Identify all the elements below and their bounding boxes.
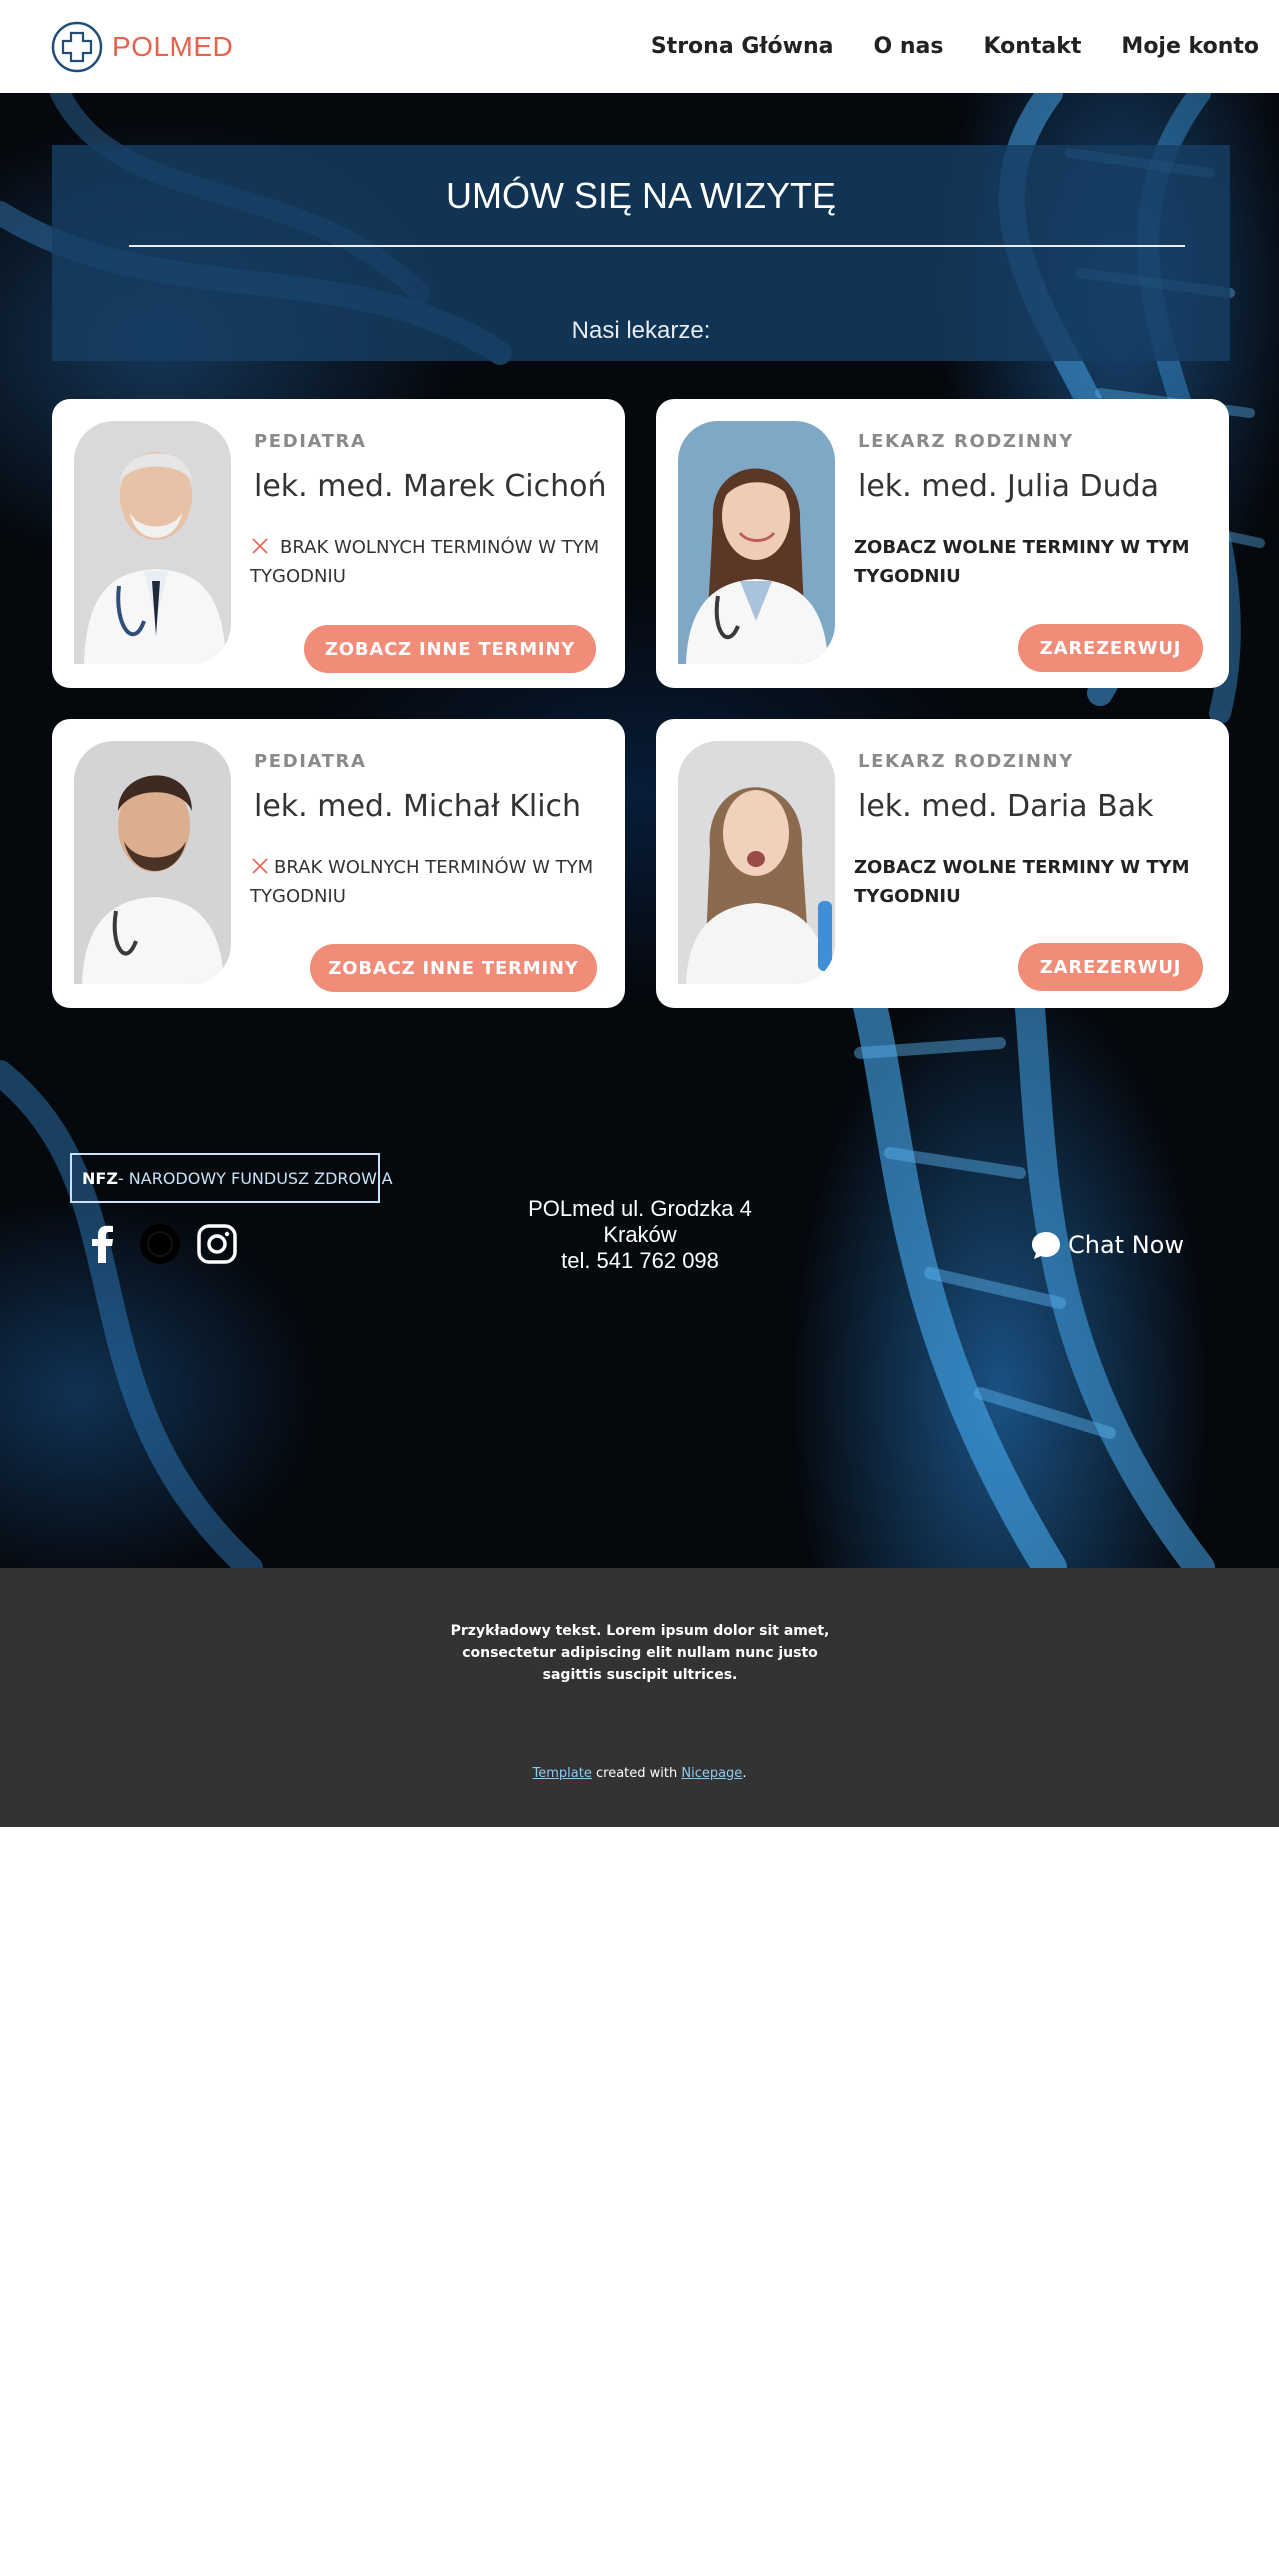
availability-text: BRAK WOLNYCH TERMINÓW W TYM TYGODNIU (250, 537, 600, 587)
close-icon (252, 858, 268, 874)
doctor-photo (74, 421, 231, 664)
main-nav: Strona Główna O nas Kontakt Moje konto (651, 34, 1259, 59)
availability-status: BRAK WOLNYCH TERMINÓW W TYM TYGODNIU (250, 853, 610, 911)
reserve-button[interactable]: ZAREZERWUJ (1018, 943, 1203, 991)
hero-section: UMÓW SIĘ NA WIZYTĘ Nasi lekarze: PEDIATR… (0, 93, 1279, 1568)
instagram-icon[interactable] (196, 1223, 238, 1265)
availability-status: ZOBACZ WOLNE TERMINY W TYM TYGODNIU (854, 857, 1190, 907)
site-header: POLMED Strona Główna O nas Kontakt Moje … (0, 0, 1279, 93)
availability-status: ZOBACZ WOLNE TERMINY W TYM TYGODNIU (854, 537, 1190, 587)
chat-now-button[interactable]: Chat Now (1030, 1229, 1184, 1261)
doctor-photo (678, 741, 835, 984)
facebook-icon[interactable] (82, 1223, 124, 1265)
close-icon (252, 538, 268, 554)
nfz-full: - NARODOWY FUNDUSZ ZDROWIA (117, 1168, 393, 1188)
nfz-badge[interactable]: NFZ - NARODOWY FUNDUSZ ZDROWIA (70, 1153, 393, 1203)
nicepage-link[interactable]: Nicepage (681, 1766, 742, 1781)
doctor-name: lek. med. Michał Klich (254, 789, 582, 824)
city: Kraków (603, 1222, 677, 1247)
credit-text: created with (591, 1766, 682, 1781)
doctor-photo (74, 741, 231, 984)
nav-account[interactable]: Moje konto (1121, 34, 1259, 59)
doctor-specialty: PEDIATRA (254, 431, 367, 452)
doctors-heading: Nasi lekarze: (571, 317, 711, 344)
chat-bubble-icon (1032, 1232, 1060, 1259)
doctor-specialty: LEKARZ RODZINNY (858, 431, 1074, 452)
doctor-card: PEDIATRA lek. med. Michał Klich BRAK WOL… (52, 719, 625, 1008)
clinic-contact: POLmed ul. Grodzka 4 Kraków tel. 541 762… (440, 1196, 840, 1274)
site-footer: Przykładowy tekst. Lorem ipsum dolor sit… (0, 1568, 1279, 1827)
doctor-card: LEKARZ RODZINNY lek. med. Julia Duda ZOB… (656, 399, 1229, 688)
doctor-photo (678, 421, 835, 664)
doctor-name: lek. med. Daria Bak (858, 789, 1154, 824)
other-dates-button[interactable]: ZOBACZ INNE TERMINY (304, 625, 596, 673)
doctor-name: lek. med. Marek Cichoń (254, 469, 607, 504)
nfz-short: NFZ (82, 1168, 118, 1188)
address-line: POLmed ul. Grodzka 4 (528, 1196, 752, 1221)
medical-cross-icon (51, 21, 103, 72)
doctor-specialty: LEKARZ RODZINNY (858, 751, 1074, 772)
template-link[interactable]: Template (533, 1766, 592, 1781)
availability-text: BRAK WOLNYCH TERMINÓW W TYM TYGODNIU (250, 857, 594, 907)
chat-label: Chat Now (1068, 1231, 1184, 1259)
nav-contact[interactable]: Kontakt (983, 34, 1081, 59)
brand-name: POLMED (112, 30, 234, 62)
doctor-name: lek. med. Julia Duda (858, 469, 1160, 504)
reserve-button[interactable]: ZAREZERWUJ (1018, 624, 1203, 672)
other-dates-button[interactable]: ZOBACZ INNE TERMINY (310, 944, 597, 992)
logo[interactable]: POLMED (50, 20, 233, 74)
phone[interactable]: tel. 541 762 098 (440, 1248, 840, 1274)
doctor-card: LEKARZ RODZINNY lek. med. Daria Bak ZOBA… (656, 719, 1229, 1008)
nav-about[interactable]: O nas (874, 34, 944, 59)
availability-status: BRAK WOLNYCH TERMINÓW W TYM TYGODNIU (250, 533, 610, 591)
globe-icon[interactable] (139, 1223, 181, 1265)
footer-text: Przykładowy tekst. Lorem ipsum dolor sit… (450, 1623, 830, 1683)
doctor-card: PEDIATRA lek. med. Marek Cichoń BRAK WOL… (52, 399, 625, 688)
divider (129, 245, 1185, 247)
nav-home[interactable]: Strona Główna (651, 34, 834, 59)
appointment-banner: UMÓW SIĘ NA WIZYTĘ Nasi lekarze: (52, 145, 1230, 361)
doctor-specialty: PEDIATRA (254, 751, 367, 772)
footer-credit: Template created with Nicepage. (0, 1766, 1279, 1781)
page-title: UMÓW SIĘ NA WIZYTĘ (445, 175, 836, 216)
credit-period: . (742, 1766, 747, 1781)
